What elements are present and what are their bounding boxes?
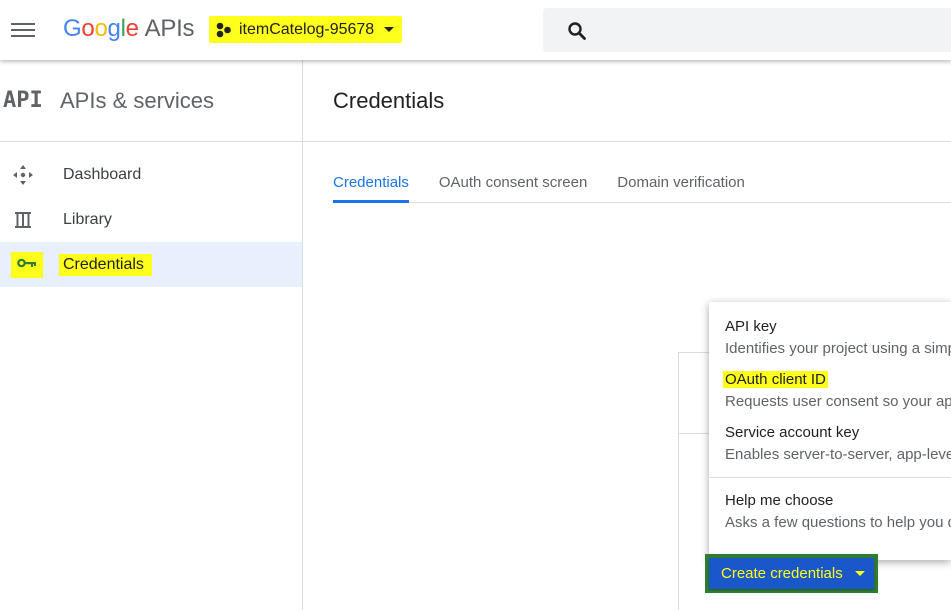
top-bar: Google APIs itemCatelog-95678 bbox=[0, 0, 951, 60]
api-badge-icon: API bbox=[3, 88, 43, 113]
logo-letter: g bbox=[107, 15, 121, 42]
menu-item-api-key[interactable]: API key Identifies your project using a … bbox=[709, 318, 951, 357]
menu-item-service-account-key[interactable]: Service account key Enables server-to-se… bbox=[709, 424, 951, 463]
sidebar-nav: Dashboard Library Credentials bbox=[0, 142, 302, 287]
menu-item-description: Asks a few questions to help you d bbox=[725, 514, 951, 531]
logo-apis-text: APIs bbox=[144, 15, 195, 42]
project-selector[interactable]: itemCatelog-95678 bbox=[209, 16, 403, 43]
key-icon-wrap bbox=[0, 251, 63, 278]
menu-item-help-me-choose[interactable]: Help me choose Asks a few questions to h… bbox=[709, 492, 951, 531]
dashboard-icon-wrap bbox=[0, 164, 63, 186]
google-apis-logo[interactable]: Google APIs bbox=[63, 15, 194, 43]
logo-letter: o bbox=[94, 15, 108, 42]
caret-down-icon bbox=[854, 571, 865, 576]
create-credentials-label: Create credentials bbox=[721, 565, 843, 582]
sidebar-item-label: Dashboard bbox=[63, 165, 142, 183]
search-icon[interactable] bbox=[567, 21, 587, 41]
library-icon-wrap bbox=[0, 210, 63, 230]
sidebar-header: API APIs & services bbox=[0, 60, 302, 142]
create-credentials-button[interactable]: Create credentials bbox=[709, 558, 874, 589]
main-content: Credentials Credentials OAuth consent sc… bbox=[303, 60, 951, 610]
menu-item-description: Enables server-to-server, app-level bbox=[725, 446, 951, 463]
logo-letter: o bbox=[81, 15, 95, 42]
hamburger-menu-icon[interactable] bbox=[11, 20, 35, 40]
tab-credentials[interactable]: Credentials bbox=[333, 160, 409, 203]
sidebar-item-dashboard[interactable]: Dashboard bbox=[0, 152, 302, 197]
sidebar-item-credentials[interactable]: Credentials bbox=[0, 242, 302, 287]
create-credentials-menu: API key Identifies your project using a … bbox=[709, 302, 951, 560]
logo-letter: G bbox=[63, 15, 82, 42]
menu-item-title: OAuth client ID bbox=[723, 371, 828, 388]
menu-item-title: Service account key bbox=[725, 424, 860, 441]
project-name: itemCatelog-95678 bbox=[239, 20, 375, 38]
menu-item-title: Help me choose bbox=[725, 492, 834, 509]
caret-down-icon bbox=[384, 27, 395, 32]
sidebar-item-label: Library bbox=[63, 210, 112, 228]
project-icon bbox=[216, 22, 231, 37]
tab-bar: Credentials OAuth consent screen Domain … bbox=[333, 160, 951, 203]
library-icon bbox=[14, 211, 31, 228]
key-highlight bbox=[10, 251, 43, 278]
menu-item-description: Identifies your project using a simp bbox=[725, 340, 951, 357]
search-bar[interactable] bbox=[543, 8, 951, 52]
sidebar: API APIs & services Dashboard Library Cr… bbox=[0, 60, 303, 610]
sidebar-title: APIs & services bbox=[60, 87, 215, 113]
sidebar-item-library[interactable]: Library bbox=[0, 197, 302, 242]
page-header: Credentials bbox=[303, 60, 951, 142]
menu-item-description: Requests user consent so your ap bbox=[725, 393, 951, 410]
tab-domain-verification[interactable]: Domain verification bbox=[617, 160, 745, 203]
page-title: Credentials bbox=[333, 87, 445, 113]
menu-divider bbox=[709, 477, 951, 478]
sidebar-item-label: Credentials bbox=[59, 253, 152, 276]
dashboard-icon bbox=[12, 164, 33, 185]
menu-item-title: API key bbox=[725, 318, 777, 335]
menu-item-oauth-client-id[interactable]: OAuth client ID Requests user consent so… bbox=[709, 371, 951, 410]
key-icon bbox=[16, 258, 36, 267]
logo-letter: e bbox=[125, 15, 139, 42]
tab-oauth-consent-screen[interactable]: OAuth consent screen bbox=[439, 160, 587, 203]
